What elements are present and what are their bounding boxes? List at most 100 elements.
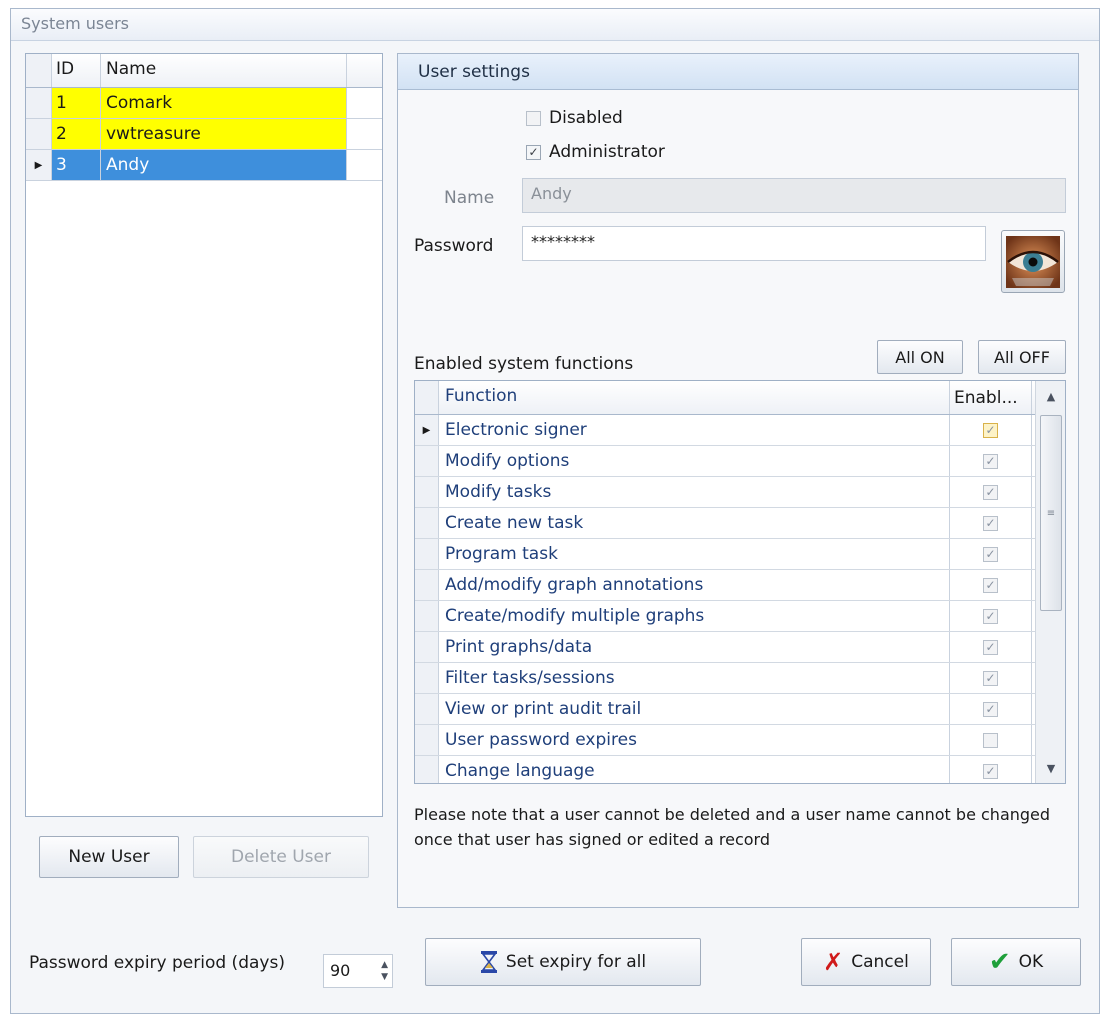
function-name-cell: Filter tasks/sessions bbox=[439, 663, 950, 693]
row-selector[interactable] bbox=[415, 570, 439, 600]
function-row[interactable]: Modify options ✓ bbox=[415, 446, 1065, 477]
function-enabled-cell bbox=[950, 725, 1032, 755]
row-selector[interactable] bbox=[415, 446, 439, 476]
user-name-cell: Comark bbox=[101, 88, 347, 118]
function-enabled-checkbox[interactable]: ✓ bbox=[983, 515, 998, 531]
function-enabled-checkbox[interactable]: ✓ bbox=[983, 577, 998, 593]
check-icon: ✓ bbox=[985, 454, 996, 468]
user-id-cell: 1 bbox=[52, 88, 101, 118]
user-row[interactable]: ▶ 3 Andy bbox=[26, 150, 382, 181]
user-id-cell: 3 bbox=[52, 150, 101, 180]
green-check-icon: ✔ bbox=[988, 947, 1011, 977]
functions-scrollbar[interactable]: ▲ ≡ ▼ bbox=[1035, 381, 1065, 783]
administrator-checkbox[interactable]: ✓ bbox=[526, 144, 541, 160]
set-expiry-button[interactable]: Set expiry for all bbox=[425, 938, 701, 986]
red-x-icon: ✗ bbox=[823, 948, 844, 976]
function-enabled-checkbox[interactable]: ✓ bbox=[983, 670, 998, 686]
function-enabled-cell: ✓ bbox=[950, 477, 1032, 507]
system-users-window: System users ID Name 1 Comark 2 vwtreasu… bbox=[10, 8, 1100, 1014]
function-name-cell: Modify tasks bbox=[439, 477, 950, 507]
show-password-button[interactable] bbox=[1001, 230, 1065, 293]
user-settings-panel: User settings Disabled ✓ Administrator N… bbox=[397, 53, 1079, 908]
function-row[interactable]: User password expires bbox=[415, 725, 1065, 756]
grip-icon: ≡ bbox=[1046, 507, 1056, 519]
user-row[interactable]: 1 Comark bbox=[26, 88, 382, 119]
function-name-cell: Add/modify graph annotations bbox=[439, 570, 950, 600]
user-name-cell: vwtreasure bbox=[101, 119, 347, 149]
user-row[interactable]: 2 vwtreasure bbox=[26, 119, 382, 150]
new-user-button[interactable]: New User bbox=[39, 836, 179, 878]
expiry-period-label: Password expiry period (days) bbox=[29, 953, 285, 973]
row-selector[interactable] bbox=[415, 539, 439, 569]
function-enabled-checkbox[interactable]: ✓ bbox=[983, 763, 998, 779]
column-header-enabled[interactable]: Enabl... bbox=[950, 381, 1032, 414]
function-row[interactable]: View or print audit trail ✓ bbox=[415, 694, 1065, 725]
column-header-name[interactable]: Name bbox=[101, 54, 347, 87]
row-selector[interactable]: ▶ bbox=[26, 150, 52, 180]
function-enabled-checkbox[interactable]: ✓ bbox=[983, 701, 998, 717]
function-row[interactable]: Change language ✓ bbox=[415, 756, 1065, 783]
function-enabled-checkbox[interactable]: ✓ bbox=[983, 639, 998, 655]
function-name-cell: User password expires bbox=[439, 725, 950, 755]
function-enabled-checkbox[interactable]: ✓ bbox=[983, 484, 998, 500]
disabled-checkbox-row[interactable]: Disabled bbox=[526, 108, 623, 128]
function-row[interactable]: Program task ✓ bbox=[415, 539, 1065, 570]
password-field[interactable]: ******** bbox=[522, 226, 986, 261]
row-selector[interactable]: ▶ bbox=[415, 415, 439, 445]
function-enabled-checkbox[interactable]: ✓ bbox=[983, 546, 998, 562]
row-selector[interactable] bbox=[415, 694, 439, 724]
function-row[interactable]: Create new task ✓ bbox=[415, 508, 1065, 539]
row-selector[interactable] bbox=[26, 88, 52, 118]
cancel-button[interactable]: ✗ Cancel bbox=[801, 938, 931, 986]
scroll-thumb[interactable]: ≡ bbox=[1040, 415, 1062, 611]
user-note: Please note that a user cannot be delete… bbox=[414, 805, 1051, 849]
check-icon: ✓ bbox=[985, 609, 996, 623]
administrator-checkbox-row[interactable]: ✓ Administrator bbox=[526, 142, 665, 162]
function-enabled-cell: ✓ bbox=[950, 632, 1032, 662]
function-enabled-checkbox[interactable] bbox=[983, 732, 998, 748]
row-selector[interactable] bbox=[415, 508, 439, 538]
disabled-checkbox[interactable] bbox=[526, 110, 541, 126]
set-expiry-label: Set expiry for all bbox=[505, 952, 647, 972]
column-header-id[interactable]: ID bbox=[52, 54, 101, 87]
name-label: Name bbox=[444, 188, 495, 208]
functions-rows: ▶ Electronic signer ✓ Modify options ✓ Modify… bbox=[415, 415, 1065, 783]
function-row[interactable]: Modify tasks ✓ bbox=[415, 477, 1065, 508]
function-row[interactable]: Print graphs/data ✓ bbox=[415, 632, 1065, 663]
row-selector[interactable] bbox=[415, 477, 439, 507]
function-row[interactable]: Create/modify multiple graphs ✓ bbox=[415, 601, 1065, 632]
scroll-up-arrow-icon[interactable]: ▲ bbox=[1036, 383, 1065, 409]
delete-user-button[interactable]: Delete User bbox=[193, 836, 369, 878]
function-enabled-checkbox[interactable]: ✓ bbox=[983, 608, 998, 624]
expiry-period-stepper[interactable]: 90 ▲ ▼ bbox=[323, 954, 393, 988]
functions-grid[interactable]: Function Enabl... ▶ Electronic signer ✓ Mod… bbox=[414, 380, 1066, 784]
function-enabled-cell: ✓ bbox=[950, 570, 1032, 600]
function-row[interactable]: ▶ Electronic signer ✓ bbox=[415, 415, 1065, 446]
users-grid[interactable]: ID Name 1 Comark 2 vwtreasure ▶ 3 Andy bbox=[25, 53, 383, 817]
ok-button[interactable]: ✔ OK bbox=[951, 938, 1081, 986]
function-enabled-cell: ✓ bbox=[950, 663, 1032, 693]
function-enabled-cell: ✓ bbox=[950, 508, 1032, 538]
column-header-function[interactable]: Function bbox=[439, 381, 950, 414]
function-enabled-cell: ✓ bbox=[950, 415, 1032, 445]
name-field[interactable]: Andy bbox=[522, 178, 1066, 213]
row-selector[interactable] bbox=[415, 756, 439, 783]
check-icon: ✓ bbox=[985, 764, 996, 778]
row-selector[interactable] bbox=[415, 663, 439, 693]
ok-label: OK bbox=[1018, 952, 1044, 972]
scroll-down-arrow-icon[interactable]: ▼ bbox=[1036, 755, 1065, 781]
function-enabled-checkbox[interactable]: ✓ bbox=[983, 453, 998, 469]
function-row[interactable]: Add/modify graph annotations ✓ bbox=[415, 570, 1065, 601]
all-off-button[interactable]: All OFF bbox=[978, 340, 1066, 374]
row-selector[interactable] bbox=[415, 632, 439, 662]
function-enabled-checkbox[interactable]: ✓ bbox=[983, 422, 998, 438]
all-on-button[interactable]: All ON bbox=[877, 340, 963, 374]
row-selector[interactable] bbox=[415, 601, 439, 631]
row-selector[interactable] bbox=[26, 119, 52, 149]
row-selector[interactable] bbox=[415, 725, 439, 755]
function-row[interactable]: Filter tasks/sessions ✓ bbox=[415, 663, 1065, 694]
row-pointer-icon: ▶ bbox=[34, 159, 43, 171]
functions-grid-header: Function Enabl... bbox=[415, 381, 1065, 415]
stepper-arrows-icon[interactable]: ▲ ▼ bbox=[381, 959, 388, 983]
function-name-cell: Create/modify multiple graphs bbox=[439, 601, 950, 631]
